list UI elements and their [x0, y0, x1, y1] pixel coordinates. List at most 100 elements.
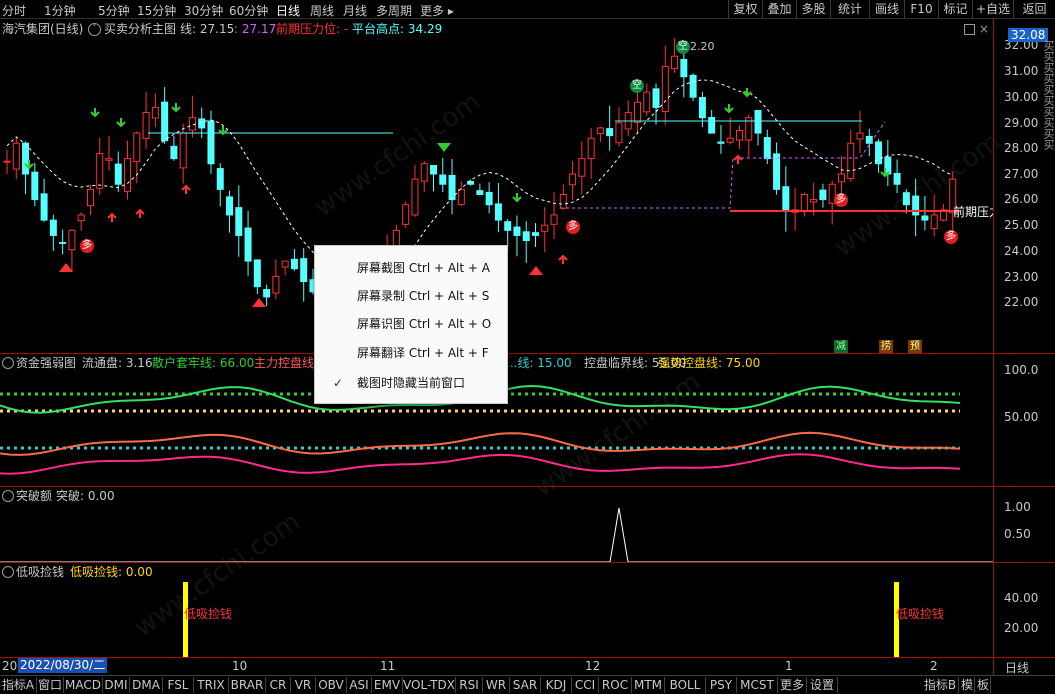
indicator-tab-20[interactable]: MTM — [632, 677, 665, 693]
low-buy-value: 低吸捡钱: 0.00 — [70, 565, 153, 579]
price-tick: 28.00 — [1004, 141, 1039, 155]
indicator-tab-6[interactable]: TRIX — [194, 677, 229, 693]
candle-body — [142, 112, 150, 139]
period-tab-more[interactable]: 更多 ▸ — [420, 2, 454, 19]
period-tab-multi[interactable]: 多周期 — [376, 2, 412, 19]
period-tab-monthly[interactable]: 月线 — [343, 2, 367, 19]
indicator-tab-9[interactable]: VR — [291, 677, 316, 693]
float-shares-value: 流通盘: 3.16 — [82, 356, 153, 370]
back-button[interactable]: 返回 — [1013, 0, 1055, 18]
menu-item-record[interactable]: 屏幕录制 Ctrl + Alt + S — [315, 282, 507, 310]
main-indicator-name[interactable]: 买卖分析主图 — [104, 21, 176, 37]
indicator-tab-7[interactable]: BRAR — [229, 677, 266, 693]
capital-flow-curve — [0, 453, 961, 475]
date-tick: 10 — [232, 659, 248, 673]
sell-signal-arrow — [437, 143, 451, 152]
candle-body — [837, 173, 845, 183]
panel2-tick: 100.0 — [1004, 363, 1039, 377]
main-control-value: 主力控盘线 — [254, 356, 315, 370]
candle-body — [105, 158, 113, 161]
panel-title[interactable]: 资金强弱图 — [16, 355, 76, 371]
indicator-tab-23[interactable]: MCST — [737, 677, 778, 693]
indicator-tab-2[interactable]: MACD — [64, 677, 103, 693]
indicator-tab-13[interactable]: VOL-TDX — [403, 677, 456, 693]
breakout-chart[interactable] — [0, 504, 993, 562]
candle-body — [856, 132, 864, 140]
indicator-tab-8[interactable]: CR — [266, 677, 291, 693]
candle-body — [235, 207, 243, 236]
indicator-tab-14[interactable]: RSI — [456, 677, 483, 693]
bottom-right-tab-0[interactable]: 指标B — [922, 677, 959, 693]
indicator-dropdown-icon[interactable] — [2, 490, 14, 502]
indicator-tab-5[interactable]: FSL — [163, 677, 194, 693]
menu-item-ocr[interactable]: 屏幕识图 Ctrl + Alt + O — [315, 310, 507, 338]
menu-item-label: 屏幕翻译 Ctrl + Alt + F — [357, 346, 489, 360]
price-tick: 25.00 — [1004, 218, 1039, 232]
buy-signal-arrow — [558, 254, 568, 264]
menu-item-hide-window[interactable]: ✓ 截图时隐藏当前窗口 — [315, 369, 507, 397]
period-tab-60min[interactable]: 60分钟 — [229, 2, 268, 19]
indicator-tab-16[interactable]: SAR — [510, 677, 541, 693]
indicator-tab-4[interactable]: DMA — [130, 677, 163, 693]
overlay-button[interactable]: 叠加 — [762, 0, 796, 18]
indicator-tab-24[interactable]: 更多 — [778, 677, 807, 693]
indicator-tab-11[interactable]: ASI — [347, 677, 372, 693]
menu-item-translate[interactable]: 屏幕翻译 Ctrl + Alt + F — [315, 339, 507, 367]
buy-signal-arrow — [107, 212, 117, 222]
period-tab-5min[interactable]: 5分钟 — [98, 2, 130, 19]
indicator-dropdown-icon[interactable]: ˅ — [88, 23, 101, 36]
period-tab-weekly[interactable]: 周线 — [310, 2, 334, 19]
collapse-icon[interactable] — [964, 24, 975, 35]
candle-body — [726, 137, 734, 143]
price-tick: 23.00 — [1004, 270, 1039, 284]
indicator-tab-19[interactable]: ROC — [599, 677, 632, 693]
indicator-tab-3[interactable]: DMI — [103, 677, 130, 693]
bottom-right-tab-1[interactable]: 模 — [960, 677, 975, 693]
candle-body — [161, 101, 169, 142]
panel-separator — [0, 562, 1055, 563]
duo-badge: 多 — [80, 239, 94, 253]
checkmark-icon: ✓ — [333, 376, 344, 390]
indicator-tab-21[interactable]: BOLL — [665, 677, 706, 693]
draw-line-button[interactable]: 画线 — [869, 0, 904, 18]
period-tab-daily[interactable]: 日线 — [276, 2, 300, 19]
candle-body — [847, 142, 855, 180]
indicator-tab-25[interactable]: 设置 — [807, 677, 838, 693]
mark-button[interactable]: 标记 — [938, 0, 972, 18]
indicator-tab-17[interactable]: KDJ — [541, 677, 572, 693]
candle-body — [810, 199, 818, 203]
fuquan-button[interactable]: 复权 — [728, 0, 762, 18]
candle-body — [680, 58, 688, 78]
candle-body — [550, 214, 558, 225]
date-tick: 11 — [380, 659, 396, 673]
stats-button[interactable]: 统计 — [830, 0, 869, 18]
price-tick: 22.00 — [1004, 295, 1039, 309]
indicator-tab-22[interactable]: PSY — [706, 677, 737, 693]
indicator-tab-0[interactable]: 指标A — [0, 677, 37, 693]
period-label[interactable]: 日线 — [1005, 659, 1029, 676]
date-axis: 20 2022/08/30/二 10 11 12 1 2 日线 — [0, 658, 1055, 675]
bottom-right-tab-2[interactable]: 板 — [976, 677, 991, 693]
indicator-tab-12[interactable]: EMV — [372, 677, 403, 693]
indicator-tab-15[interactable]: WR — [483, 677, 510, 693]
add-favorite-button[interactable]: +自选 — [972, 0, 1013, 18]
menu-item-screenshot[interactable]: 屏幕截图 Ctrl + Alt + A — [315, 254, 507, 282]
indicator-tab-10[interactable]: OBV — [316, 677, 347, 693]
period-tab-15min[interactable]: 15分钟 — [137, 2, 176, 19]
indicator-tab-18[interactable]: CCI — [572, 677, 599, 693]
stock-name[interactable]: 海汽集团(日线) — [2, 21, 83, 37]
indicator-dropdown-icon[interactable] — [2, 566, 14, 578]
period-tab-30min[interactable]: 30分钟 — [184, 2, 223, 19]
candle-body — [522, 231, 530, 242]
close-panel-icon[interactable]: × — [979, 21, 989, 37]
panel-title[interactable]: 突破额 — [16, 488, 52, 504]
indicator-dropdown-icon[interactable] — [2, 357, 14, 369]
candle-body — [763, 137, 771, 160]
f10-button[interactable]: F10 — [904, 0, 938, 18]
indicator-tab-1[interactable]: 窗口 — [37, 677, 64, 693]
panel-title[interactable]: 低吸捡钱 — [16, 564, 64, 580]
multi-stock-button[interactable]: 多股 — [796, 0, 830, 18]
period-tab-1min[interactable]: 1分钟 — [44, 2, 76, 19]
price-tick: 30.00 — [1004, 90, 1039, 104]
period-tab-fenshi[interactable]: 分时 — [2, 2, 26, 19]
